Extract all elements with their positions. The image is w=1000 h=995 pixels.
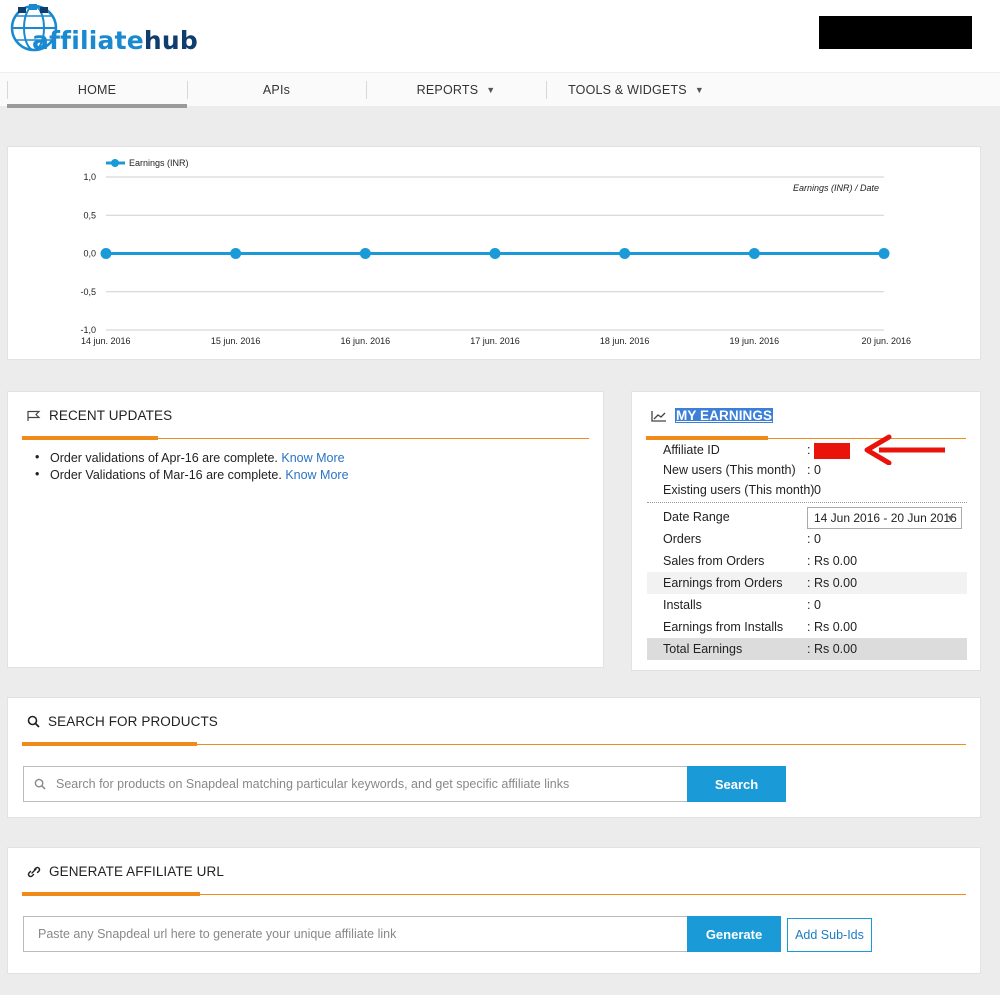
generate-button[interactable]: Generate	[687, 916, 781, 952]
title-accent	[22, 892, 200, 896]
title-accent	[22, 742, 197, 746]
chart-title: Earnings (INR) / Date	[793, 183, 879, 193]
y-tick-label: 0,0	[83, 249, 96, 259]
caret-down-icon: ▼	[694, 85, 704, 95]
generate-url-title: GENERATE AFFILIATE URL	[27, 864, 224, 879]
earnings-row: Installs: 0	[663, 598, 821, 612]
title-accent	[22, 436, 158, 440]
earnings-row: Orders: 0	[663, 532, 821, 546]
my-earnings-title: MY EARNINGS	[651, 408, 774, 423]
y-tick-label: -1,0	[80, 325, 96, 335]
legend-label: Earnings (INR)	[129, 158, 189, 168]
data-point[interactable]	[230, 248, 242, 259]
date-range-select[interactable]: 14 Jun 2016 - 20 Jun 2016 ▼	[807, 507, 962, 529]
updates-list: Order validations of Apr-16 are complete…	[35, 450, 349, 485]
earnings-row: Existing users (This month): 0	[663, 483, 821, 497]
x-tick-label: 17 jun. 2016	[470, 336, 520, 346]
earnings-row: Total Earnings: Rs 0.00	[647, 638, 967, 660]
affiliate-url-input[interactable]: Paste any Snapdeal url here to generate …	[23, 916, 688, 952]
trend-chart-icon	[651, 410, 667, 422]
link-icon	[27, 866, 41, 878]
y-tick-label: 0,5	[83, 210, 96, 220]
search-icon	[27, 715, 40, 728]
know-more-link[interactable]: Know More	[281, 451, 344, 465]
know-more-link[interactable]: Know More	[285, 468, 348, 482]
earnings-chart-card: 1,0 0,5 0,0 -0,5 -1,0 Earnings (INR) Earning…	[7, 146, 981, 360]
earnings-table: Affiliate ID: New users (This month): 0 …	[647, 440, 967, 660]
nav-tools-widgets[interactable]: TOOLS & WIDGETS ▼	[546, 73, 726, 107]
flag-icon	[27, 410, 41, 422]
data-point[interactable]	[489, 248, 501, 259]
data-point[interactable]	[619, 248, 631, 259]
search-button[interactable]: Search	[687, 766, 786, 802]
recent-updates-card: RECENT UPDATES Order validations of Apr-…	[7, 391, 604, 668]
header: affiliatehub	[0, 0, 1000, 72]
caret-down-icon: ▼	[486, 85, 496, 95]
legend-marker-icon	[111, 159, 119, 167]
search-icon	[34, 778, 46, 790]
redacted-user-box	[819, 16, 972, 49]
y-tick-label: 1,0	[83, 172, 96, 182]
search-products-card: SEARCH FOR PRODUCTS Search for products …	[7, 697, 981, 818]
earnings-row: Earnings from Orders: Rs 0.00	[647, 572, 967, 594]
add-sub-ids-button[interactable]: Add Sub-Ids	[787, 918, 872, 952]
list-item: Order validations of Apr-16 are complete…	[35, 450, 349, 465]
data-point[interactable]	[878, 248, 890, 259]
recent-updates-title: RECENT UPDATES	[27, 408, 172, 423]
data-point[interactable]	[359, 248, 371, 259]
generate-url-card: GENERATE AFFILIATE URL Paste any Snapdea…	[7, 847, 981, 974]
nav-apis[interactable]: APIs	[187, 73, 366, 107]
x-tick-label: 14 jun. 2016	[81, 336, 131, 346]
y-tick-label: -0,5	[80, 287, 96, 297]
earnings-row: Earnings from Installs: Rs 0.00	[663, 620, 858, 634]
caret-down-icon: ▼	[946, 513, 955, 523]
earnings-row: Sales from Orders: Rs 0.00	[663, 554, 858, 568]
list-item: Order Validations of Mar-16 are complete…	[35, 467, 349, 482]
redacted-affiliate-id	[814, 442, 851, 459]
red-arrow-annotation-icon	[864, 434, 945, 465]
nav-active-indicator	[7, 104, 187, 108]
x-tick-label: 16 jun. 2016	[341, 336, 391, 346]
earnings-row: Date Range 14 Jun 2016 - 20 Jun 2016 ▼	[647, 506, 967, 529]
x-tick-label: 20 jun. 2016	[861, 336, 911, 346]
x-tick-label: 19 jun. 2016	[730, 336, 780, 346]
search-products-title: SEARCH FOR PRODUCTS	[27, 714, 218, 729]
x-tick-label: 15 jun. 2016	[211, 336, 261, 346]
dotted-divider	[647, 502, 967, 503]
affiliatehub-logo[interactable]: affiliatehub	[6, 2, 198, 62]
nav-home[interactable]: HOME	[7, 73, 187, 107]
data-point[interactable]	[100, 248, 112, 259]
earnings-line-chart: 1,0 0,5 0,0 -0,5 -1,0 Earnings (INR) Earning…	[80, 158, 911, 346]
logo-text: affiliatehub	[32, 26, 199, 55]
main-nav: HOME APIs REPORTS ▼ TOOLS & WIDGETS ▼	[0, 72, 1000, 108]
search-input[interactable]: Search for products on Snapdeal matching…	[23, 766, 688, 802]
nav-reports[interactable]: REPORTS ▼	[366, 73, 546, 107]
x-tick-label: 18 jun. 2016	[600, 336, 650, 346]
data-point[interactable]	[748, 248, 760, 259]
